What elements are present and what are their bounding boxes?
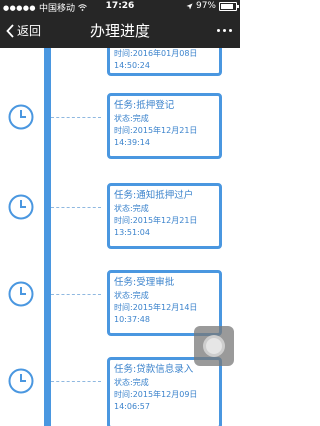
card-time-clock: 14:39:14 bbox=[114, 138, 150, 147]
timeline-card-partial: 时间:2016年01月08日 14:50:24 bbox=[107, 48, 222, 76]
more-dot-icon bbox=[229, 29, 232, 32]
card-time-label: 时间:2016年01月08日 bbox=[114, 49, 198, 58]
clock-icon bbox=[8, 281, 34, 307]
timeline-connector bbox=[51, 381, 101, 382]
nav-bar: 返回 办理进度 bbox=[0, 14, 240, 48]
progress-timeline[interactable]: 时间:2016年01月08日 14:50:24 任务:抵押登记 状态:完成 时间… bbox=[0, 48, 240, 426]
card-status: 状态:完成 bbox=[114, 204, 149, 213]
assistive-touch-button[interactable] bbox=[194, 326, 234, 366]
battery-icon bbox=[219, 1, 239, 11]
card-time-clock: 14:06:57 bbox=[114, 402, 150, 411]
card-status: 状态:完成 bbox=[114, 291, 149, 300]
clock-icon bbox=[8, 104, 34, 130]
card-time-clock: 13:51:04 bbox=[114, 228, 150, 237]
timeline-connector bbox=[51, 294, 101, 295]
page-title: 办理进度 bbox=[89, 22, 150, 40]
card-time-label: 时间:2015年12月09日 bbox=[114, 390, 198, 399]
timeline-connector bbox=[51, 117, 101, 118]
card-status: 状态:完成 bbox=[114, 378, 149, 387]
timeline-card: 任务:抵押登记 状态:完成 时间:2015年12月21日 14:39:14 bbox=[107, 93, 222, 159]
status-bar: ●●●●● 中国移动 17:26 97% bbox=[0, 0, 240, 14]
card-time-clock: 10:37:48 bbox=[114, 315, 150, 324]
card-task: 任务:受理审批 bbox=[114, 277, 175, 288]
card-time-label: 时间:2015年12月14日 bbox=[114, 303, 198, 312]
clock-icon bbox=[8, 194, 34, 220]
card-time-clock: 14:50:24 bbox=[114, 61, 150, 70]
card-task: 任务:通知抵押过户 bbox=[114, 190, 194, 201]
more-dot-icon bbox=[217, 29, 220, 32]
battery-percent: 97% bbox=[195, 1, 216, 11]
more-button[interactable] bbox=[217, 29, 232, 32]
clock-icon bbox=[8, 368, 34, 394]
card-status: 状态:完成 bbox=[114, 114, 149, 123]
timeline-card: 任务:贷款信息录入 状态:完成 时间:2015年12月09日 14:06:57 bbox=[107, 357, 222, 426]
card-task: 任务:抵押登记 bbox=[114, 100, 175, 111]
timeline-line bbox=[44, 48, 51, 426]
assistive-touch-icon bbox=[203, 335, 225, 357]
timeline-card: 任务:通知抵押过户 状态:完成 时间:2015年12月21日 13:51:04 bbox=[107, 183, 222, 249]
card-time-label: 时间:2015年12月21日 bbox=[114, 126, 198, 135]
status-right: 97% bbox=[186, 1, 239, 11]
more-dot-icon bbox=[223, 29, 226, 32]
location-arrow-icon bbox=[186, 3, 193, 9]
timeline-connector bbox=[51, 207, 101, 208]
card-time-label: 时间:2015年12月21日 bbox=[114, 216, 198, 225]
